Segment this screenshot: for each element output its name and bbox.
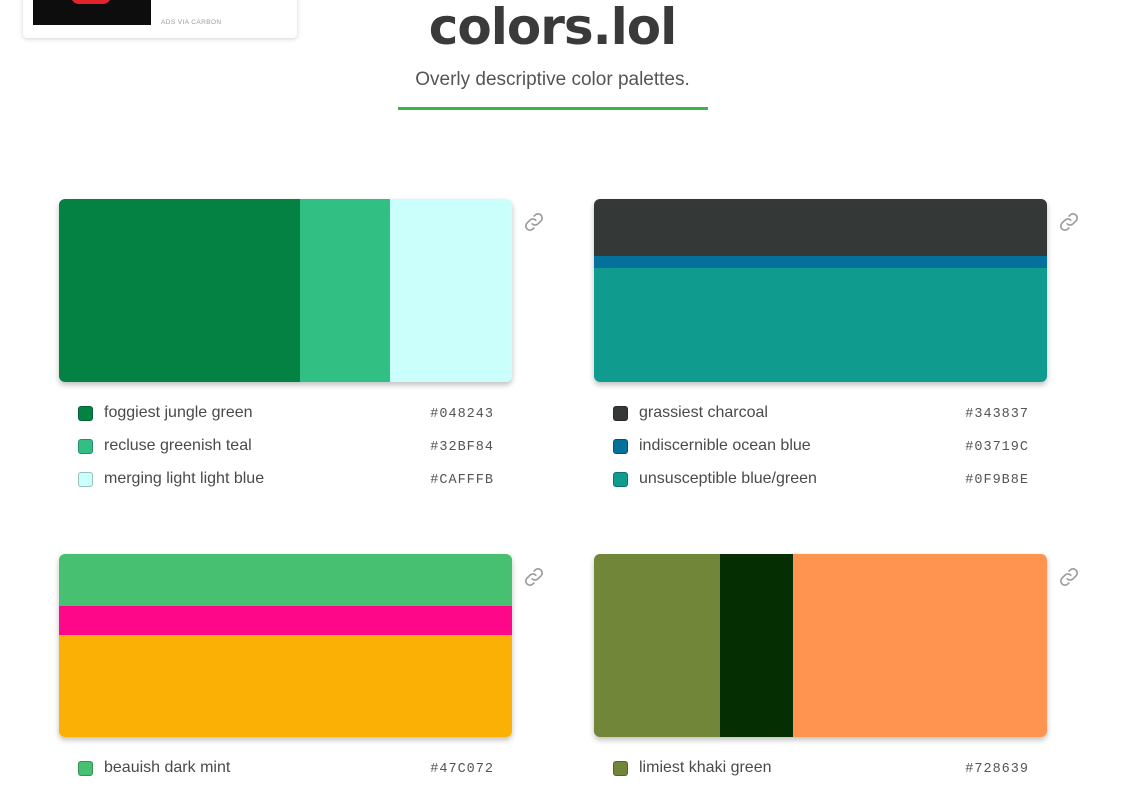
color-name: recluse greenish teal — [104, 437, 252, 454]
color-row: unsusceptible blue/green #0F9B8E — [613, 470, 1029, 503]
color-band[interactable] — [59, 554, 512, 606]
site-tagline: Overly descriptive color palettes. — [415, 69, 690, 90]
color-hex: #CAFFFB — [430, 473, 494, 488]
color-hex: #343837 — [965, 407, 1029, 422]
palette-card: beauish dark mint #47C072 — [59, 554, 554, 792]
color-list: beauish dark mint #47C072 — [78, 759, 494, 792]
color-chip — [613, 439, 628, 454]
color-chip — [78, 472, 93, 487]
palette-swatch[interactable] — [59, 199, 512, 382]
color-row: merging light light blue #CAFFFB — [78, 470, 494, 503]
palette-swatch[interactable] — [594, 199, 1047, 382]
color-band[interactable] — [594, 256, 1047, 268]
link-icon[interactable] — [523, 566, 545, 588]
color-hex: #03719C — [965, 440, 1029, 455]
color-name: foggiest jungle green — [104, 404, 253, 421]
color-name: unsusceptible blue/green — [639, 470, 817, 487]
palette-card: grassiest charcoal #343837 indiscernible… — [594, 199, 1089, 499]
color-chip — [78, 761, 93, 776]
color-row: grassiest charcoal #343837 — [613, 404, 1029, 437]
link-icon[interactable] — [1058, 566, 1080, 588]
palette-card: foggiest jungle green #048243 recluse gr… — [59, 199, 554, 499]
color-band[interactable] — [793, 554, 1047, 737]
title-underline — [398, 107, 708, 110]
color-row: limiest khaki green #728639 — [613, 759, 1029, 792]
color-hex: #47C072 — [430, 762, 494, 777]
color-band[interactable] — [59, 606, 512, 635]
color-chip — [78, 406, 93, 421]
color-band[interactable] — [59, 635, 512, 737]
color-band[interactable] — [59, 199, 300, 382]
color-band[interactable] — [720, 554, 793, 737]
color-band[interactable] — [390, 199, 512, 382]
color-name: indiscernible ocean blue — [639, 437, 811, 454]
link-icon[interactable] — [523, 211, 545, 233]
color-band[interactable] — [594, 268, 1047, 382]
color-name: beauish dark mint — [104, 759, 231, 776]
color-list: grassiest charcoal #343837 indiscernible… — [613, 404, 1029, 503]
color-row: foggiest jungle green #048243 — [78, 404, 494, 437]
color-name: grassiest charcoal — [639, 404, 768, 421]
link-icon[interactable] — [1058, 211, 1080, 233]
color-name: limiest khaki green — [639, 759, 772, 776]
color-list: limiest khaki green #728639 — [613, 759, 1029, 792]
color-band[interactable] — [300, 199, 390, 382]
color-name: merging light light blue — [104, 470, 265, 487]
palette-card: limiest khaki green #728639 — [594, 554, 1089, 792]
color-hex: #048243 — [430, 407, 494, 422]
color-row: beauish dark mint #47C072 — [78, 759, 494, 792]
color-row: indiscernible ocean blue #03719C — [613, 437, 1029, 470]
color-list: foggiest jungle green #048243 recluse gr… — [78, 404, 494, 503]
color-chip — [613, 761, 628, 776]
color-band[interactable] — [594, 199, 1047, 256]
color-band[interactable] — [594, 554, 720, 737]
color-chip — [613, 472, 628, 487]
palette-swatch[interactable] — [59, 554, 512, 737]
color-row: recluse greenish teal #32BF84 — [78, 437, 494, 470]
color-chip — [78, 439, 93, 454]
site-title[interactable]: colors.lol — [0, 0, 1105, 56]
color-chip — [613, 406, 628, 421]
color-hex: #0F9B8E — [965, 473, 1029, 488]
color-hex: #728639 — [965, 762, 1029, 777]
color-hex: #32BF84 — [430, 440, 494, 455]
palette-swatch[interactable] — [594, 554, 1047, 737]
